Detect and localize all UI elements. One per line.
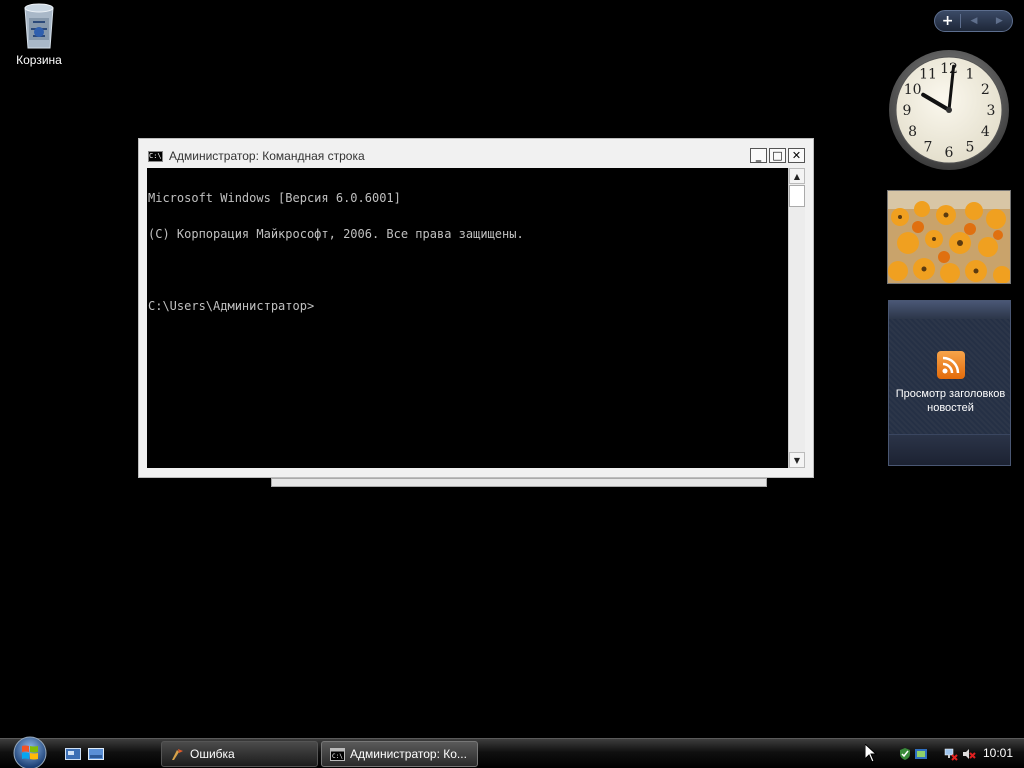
feed-footer — [889, 434, 1010, 465]
feed-header — [889, 301, 1010, 319]
switch-windows-icon[interactable] — [88, 748, 104, 762]
clock-numeral: 12 — [940, 61, 958, 77]
slideshow-image — [888, 191, 1010, 283]
window-title: Администратор: Командная строка — [169, 149, 365, 163]
svg-text:C:\: C:\ — [332, 753, 343, 760]
add-gadget-button[interactable]: + — [935, 11, 960, 31]
windows-update-icon[interactable] — [914, 747, 928, 761]
console-icon: C:\ — [330, 748, 345, 761]
prev-gadgets-button[interactable]: ◀ — [961, 11, 986, 31]
recycle-bin[interactable]: Корзина — [8, 2, 70, 67]
clock-numeral: 1 — [966, 67, 975, 83]
windows-logo-icon — [13, 736, 47, 768]
feed-message: Просмотр заголовков новостей — [889, 387, 1012, 415]
window-titlebar[interactable]: C:\ Администратор: Командная строка _ □ … — [139, 139, 813, 169]
gadget-control-bar: + ◀ ▶ — [934, 10, 1013, 32]
clock-numeral: 6 — [945, 145, 954, 161]
rss-icon — [937, 351, 965, 379]
scroll-down-button[interactable]: ▼ — [789, 452, 805, 468]
clock-numeral: 10 — [904, 82, 922, 98]
taskbar-clock[interactable]: 10:01 — [983, 746, 1013, 760]
window-ghost-frame — [271, 478, 767, 487]
clock-numeral: 11 — [919, 67, 937, 83]
next-gadgets-button[interactable]: ▶ — [987, 11, 1012, 31]
clock-numeral: 3 — [987, 103, 996, 119]
clock-face: 12 12 3 45678 9 1011 — [889, 50, 1009, 170]
console-output[interactable]: Microsoft Windows [Версия 6.0.6001] (C) … — [147, 168, 788, 468]
feed-headlines-gadget[interactable]: Просмотр заголовков новостей — [888, 300, 1011, 466]
recycle-bin-icon — [24, 3, 54, 49]
close-button[interactable]: ✕ — [788, 148, 805, 163]
console-icon: C:\ — [148, 151, 163, 162]
command-prompt-window[interactable]: C:\ Администратор: Командная строка _ □ … — [138, 138, 814, 478]
mouse-cursor-icon — [865, 744, 877, 763]
slideshow-gadget[interactable] — [887, 190, 1011, 284]
taskbar-item-label: Администратор: Ко... — [350, 747, 467, 761]
taskbar-item-command-prompt[interactable]: C:\ Администратор: Ко... — [321, 741, 478, 767]
console-prompt: C:\Users\Администратор> — [148, 299, 315, 313]
taskbar-item-error[interactable]: Ошибка — [161, 741, 318, 767]
scroll-up-button[interactable]: ▲ — [789, 168, 805, 184]
maximize-button[interactable]: □ — [769, 148, 786, 163]
clock-numeral: 7 — [924, 139, 933, 155]
network-disconnected-icon[interactable] — [944, 747, 958, 761]
clock-numeral: 4 — [981, 124, 990, 140]
volume-muted-icon[interactable] — [962, 747, 976, 761]
clock-numeral: 5 — [966, 139, 975, 155]
scroll-thumb[interactable] — [789, 185, 805, 207]
desktop: Корзина + ◀ ▶ 12 12 3 45678 9 1011 — [0, 0, 1024, 768]
clock-gadget[interactable]: 12 1 2 3 4 5 6 7 8 9 10 11 — [887, 48, 1011, 172]
feed-message-line-1: Просмотр заголовков — [895, 388, 1006, 400]
error-app-icon — [172, 749, 183, 760]
console-line: Microsoft Windows [Версия 6.0.6001] — [148, 191, 401, 205]
clock-numeral: 8 — [908, 124, 917, 140]
clock-numeral: 2 — [981, 82, 990, 98]
show-desktop-icon[interactable] — [65, 748, 81, 762]
feed-message-line-2: новостей — [927, 402, 974, 414]
recycle-bin-label: Корзина — [16, 53, 62, 67]
minimize-button[interactable]: _ — [750, 148, 767, 163]
taskbar-item-label: Ошибка — [190, 747, 235, 761]
start-button[interactable] — [9, 735, 51, 768]
window-controls: _ □ ✕ — [750, 148, 805, 163]
security-center-icon[interactable] — [898, 747, 912, 761]
clock-numeral: 9 — [903, 103, 912, 119]
console-line: (C) Корпорация Майкрософт, 2006. Все пра… — [148, 227, 524, 241]
vertical-scrollbar[interactable]: ▲ ▼ — [788, 168, 805, 468]
